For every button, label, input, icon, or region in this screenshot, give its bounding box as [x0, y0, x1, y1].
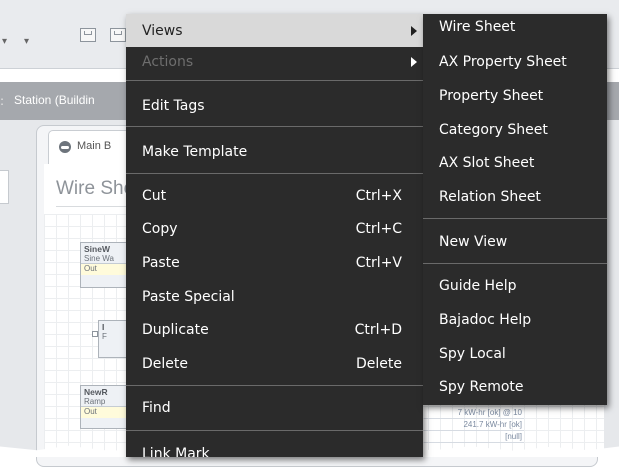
submenu-item-spy-local[interactable]: Spy Local [439, 344, 506, 364]
component-type: Sine Wa [84, 254, 114, 263]
dropdown-arrow-icon[interactable]: ▾ [2, 36, 7, 47]
menu-item-paste[interactable]: Paste Ctrl+V [126, 253, 423, 273]
submenu-item-bajadoc-help[interactable]: Bajadoc Help [439, 310, 531, 330]
menu-item-cut[interactable]: Cut Ctrl+X [126, 186, 423, 206]
menu-item-edit-tags[interactable]: Edit Tags [126, 96, 423, 116]
menu-item-copy[interactable]: Copy Ctrl+C [126, 219, 423, 239]
component-slot[interactable]: Out [81, 263, 131, 275]
value-readouts: 7 kW-hr [ok] @ 10 241.7 kW-hr [ok] [null… [424, 407, 524, 447]
submenu-item-relation-sheet[interactable]: Relation Sheet [439, 187, 541, 207]
menu-item-label: Views [142, 23, 183, 39]
chevron-right-icon [411, 26, 417, 36]
menu-item-delete[interactable]: Delete Delete [126, 354, 423, 374]
save-all-icon[interactable] [110, 28, 126, 42]
title-divider [56, 206, 136, 207]
menu-separator [126, 80, 423, 81]
menu-item-views[interactable]: Views [126, 14, 423, 47]
save-icon[interactable] [80, 28, 96, 42]
readout-line: 7 kW-hr [ok] @ 10 [424, 407, 524, 419]
chevron-right-icon [411, 57, 417, 67]
menu-item-make-template[interactable]: Make Template [126, 142, 423, 162]
menu-item-label: Actions [142, 54, 194, 70]
submenu-item-property-sheet[interactable]: Property Sheet [439, 86, 543, 106]
menu-item-shortcut: Ctrl+V [355, 255, 402, 271]
menu-item-label: Cut [142, 188, 167, 204]
readout-line: [null] [424, 431, 524, 443]
component-sinewave[interactable]: SineW Sine Wa Out [80, 242, 132, 288]
submenu-item-spy-remote[interactable]: Spy Remote [439, 377, 524, 397]
menu-separator [126, 126, 423, 127]
menu-item-label: Duplicate [142, 322, 209, 338]
component-title: SineW [84, 244, 110, 254]
menu-item-shortcut: Ctrl+X [355, 188, 402, 204]
breadcrumb-separator-icon: : [0, 94, 5, 108]
menu-separator [126, 385, 423, 386]
tab-label: Main B [77, 140, 112, 152]
submenu-item-guide-help[interactable]: Guide Help [439, 276, 516, 296]
submenu-item-new-view[interactable]: New View [439, 232, 507, 252]
menu-separator [126, 430, 423, 431]
menu-item-shortcut: Delete [356, 356, 402, 372]
globe-icon [59, 141, 71, 153]
menu-item-label: Find [142, 400, 171, 416]
side-panel-edge [0, 170, 9, 204]
menu-item-label: Link Mark [142, 446, 210, 457]
menu-item-find[interactable]: Find [126, 398, 423, 418]
submenu-separator [423, 263, 607, 264]
menu-item-label: Delete [142, 356, 188, 372]
menu-item-shortcut: Ctrl+C [355, 221, 402, 237]
views-submenu: Wire Sheet AX Property Sheet Property Sh… [423, 14, 607, 405]
breadcrumb-station[interactable]: Station (Buildin [14, 93, 95, 107]
menu-item-label: Make Template [142, 144, 248, 160]
input-port-icon[interactable] [92, 331, 98, 337]
menu-item-paste-special[interactable]: Paste Special [126, 287, 423, 307]
tab-main[interactable]: Main B [48, 130, 136, 165]
chevron-down-icon[interactable]: ▾ [24, 36, 29, 47]
submenu-item-ax-slot-sheet[interactable]: AX Slot Sheet [439, 153, 534, 173]
menu-item-label: Paste [142, 255, 180, 271]
component-title: NewR [84, 387, 108, 397]
submenu-separator [423, 218, 607, 219]
menu-separator [126, 173, 423, 174]
menu-item-actions[interactable]: Actions [126, 52, 423, 72]
readout-line: 241.7 kW-hr [ok] [424, 419, 524, 431]
component-type: Ramp [84, 397, 106, 406]
component-slot[interactable]: Out [81, 406, 131, 418]
submenu-item-ax-property-sheet[interactable]: AX Property Sheet [439, 52, 567, 72]
menu-item-duplicate[interactable]: Duplicate Ctrl+D [126, 320, 423, 340]
view-title: Wire She [56, 178, 135, 199]
menu-item-link-mark[interactable]: Link Mark [126, 444, 423, 457]
menu-item-label: Paste Special [142, 289, 235, 305]
submenu-item-wire-sheet[interactable]: Wire Sheet [439, 17, 515, 37]
menu-item-label: Edit Tags [142, 98, 205, 114]
context-menu: Views Actions Edit Tags Make Template Cu… [126, 14, 423, 457]
submenu-item-category-sheet[interactable]: Category Sheet [439, 120, 548, 140]
component-ramp[interactable]: NewR Ramp Out [80, 385, 132, 429]
menu-item-shortcut: Ctrl+D [354, 322, 402, 338]
menu-item-label: Copy [142, 221, 178, 237]
